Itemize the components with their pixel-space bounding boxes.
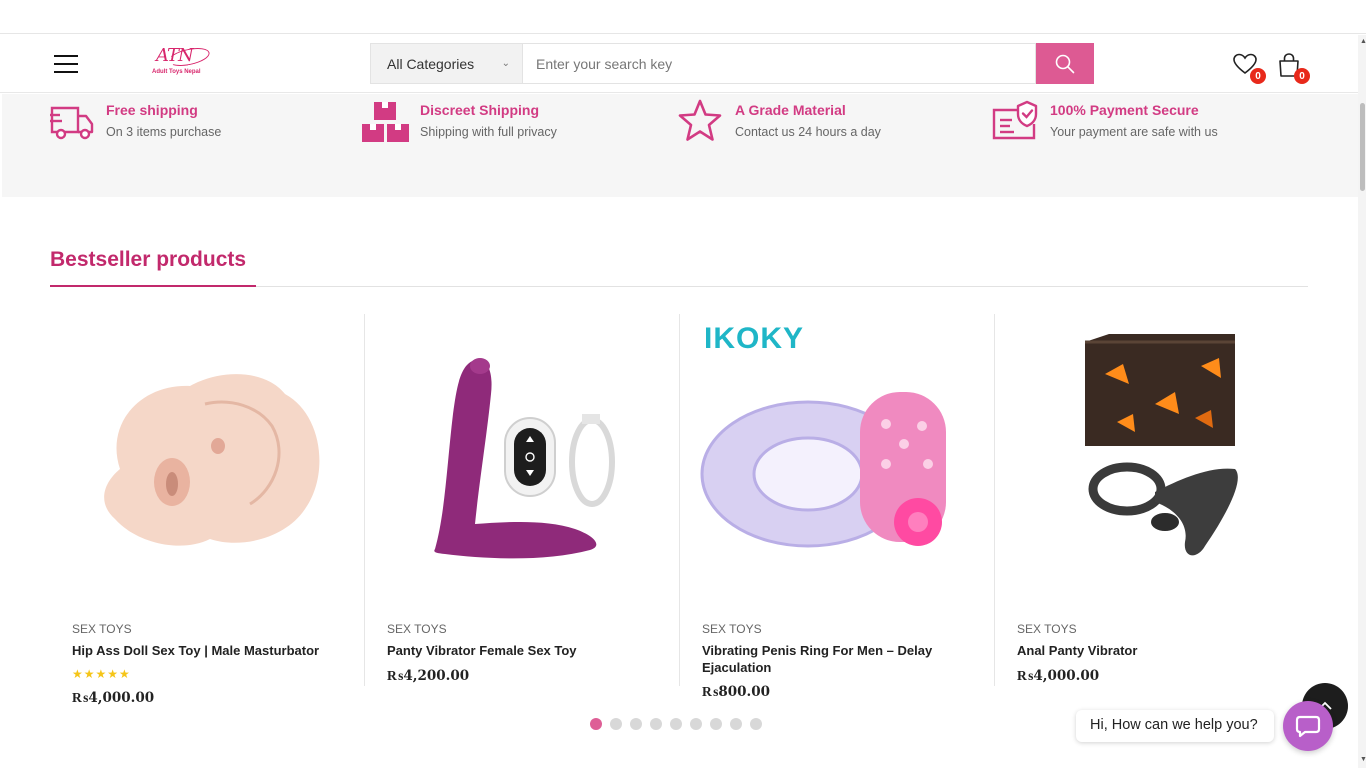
feature-title: A Grade Material xyxy=(735,102,846,118)
product-rating: ★★★★★ xyxy=(72,667,131,681)
product-price: ₨4,000.00 xyxy=(72,690,155,706)
product-name[interactable]: Hip Ass Doll Sex Toy | Male Masturbator xyxy=(72,642,342,659)
search-button[interactable] xyxy=(1036,43,1094,84)
search-input[interactable] xyxy=(522,43,1036,84)
chat-button[interactable] xyxy=(1283,701,1333,751)
chat-icon xyxy=(1295,715,1321,738)
carousel-dot[interactable] xyxy=(610,718,622,730)
cart-count-badge: 0 xyxy=(1294,68,1310,84)
secure-payment-icon xyxy=(992,100,1038,140)
section-title-underline xyxy=(50,285,256,287)
logo[interactable]: ATN Adult Toys Nepal xyxy=(148,44,214,83)
product-category[interactable]: SEX TOYS xyxy=(702,622,762,636)
wishlist-button[interactable]: 0 xyxy=(1232,52,1266,84)
search-bar: All Categories ⌄ xyxy=(370,43,1094,84)
product-category[interactable]: SEX TOYS xyxy=(1017,622,1077,636)
feature-subtitle: Shipping with full privacy xyxy=(420,125,557,139)
feature-subtitle: Your payment are safe with us xyxy=(1050,125,1218,139)
boxes-icon xyxy=(362,102,409,142)
scrollbar[interactable] xyxy=(1358,35,1366,768)
features-bar: Free shipping On 3 items purchase Discre… xyxy=(2,94,1358,197)
logo-tagline: Adult Toys Nepal xyxy=(152,69,201,75)
scroll-down-arrow-icon[interactable]: ▼ xyxy=(1360,756,1366,763)
carousel-dot[interactable] xyxy=(590,718,602,730)
wishlist-count-badge: 0 xyxy=(1250,68,1266,84)
product-image[interactable] xyxy=(690,314,984,604)
product-price: ₨4,000.00 xyxy=(1017,668,1100,684)
product-name[interactable]: Vibrating Penis Ring For Men – Delay Eja… xyxy=(702,642,972,676)
cart-button[interactable]: 0 xyxy=(1276,52,1310,84)
product-card[interactable]: SEX TOYS Panty Vibrator Female Sex Toy ₨… xyxy=(365,314,680,686)
product-card[interactable]: IKOKY SEX TOYS Vibrating Penis Ring For … xyxy=(680,314,995,700)
product-image[interactable] xyxy=(375,314,669,604)
scrollbar-thumb[interactable] xyxy=(1360,103,1365,191)
carousel-dot[interactable] xyxy=(710,718,722,730)
feature-title: Free shipping xyxy=(106,102,198,118)
category-select-value: All Categories xyxy=(387,56,475,72)
chat-greeting[interactable]: Hi, How can we help you? xyxy=(1076,710,1274,742)
product-price: ₨4,200.00 xyxy=(387,668,470,684)
product-category[interactable]: SEX TOYS xyxy=(387,622,447,636)
product-name[interactable]: Anal Panty Vibrator xyxy=(1017,642,1287,659)
carousel-pagination xyxy=(590,718,762,732)
top-strip xyxy=(0,0,1366,34)
section-title: Bestseller products xyxy=(50,248,247,271)
carousel-dot[interactable] xyxy=(690,718,702,730)
carousel-dot[interactable] xyxy=(730,718,742,730)
product-price: ₨800.00 xyxy=(702,684,771,700)
product-card[interactable]: SEX TOYS Hip Ass Doll Sex Toy | Male Mas… xyxy=(50,314,365,706)
scroll-up-arrow-icon[interactable]: ▲ xyxy=(1360,38,1366,45)
truck-icon xyxy=(50,106,94,140)
feature-title: Discreet Shipping xyxy=(420,102,540,118)
carousel-dot[interactable] xyxy=(750,718,762,730)
menu-icon[interactable] xyxy=(54,55,78,73)
brand-logo: IKOKY xyxy=(704,322,805,355)
carousel-dot[interactable] xyxy=(670,718,682,730)
carousel-dot[interactable] xyxy=(650,718,662,730)
feature-subtitle: Contact us 24 hours a day xyxy=(735,125,881,139)
product-image[interactable] xyxy=(1005,314,1299,604)
site-header: ATN Adult Toys Nepal All Categories ⌄ 0 … xyxy=(0,35,1358,93)
carousel-dot[interactable] xyxy=(630,718,642,730)
feature-subtitle: On 3 items purchase xyxy=(106,125,222,139)
feature-title: 100% Payment Secure xyxy=(1050,102,1199,118)
star-icon xyxy=(678,99,722,141)
category-select[interactable]: All Categories ⌄ xyxy=(370,43,522,84)
chevron-down-icon: ⌄ xyxy=(501,58,510,69)
logo-text: ATN xyxy=(156,45,194,66)
product-card[interactable]: SEX TOYS Anal Panty Vibrator ₨4,000.00 xyxy=(995,314,1310,686)
search-icon xyxy=(1055,54,1075,73)
product-category[interactable]: SEX TOYS xyxy=(72,622,132,636)
product-name[interactable]: Panty Vibrator Female Sex Toy xyxy=(387,642,657,659)
product-carousel: SEX TOYS Hip Ass Doll Sex Toy | Male Mas… xyxy=(50,314,1310,706)
product-image[interactable] xyxy=(60,314,354,604)
